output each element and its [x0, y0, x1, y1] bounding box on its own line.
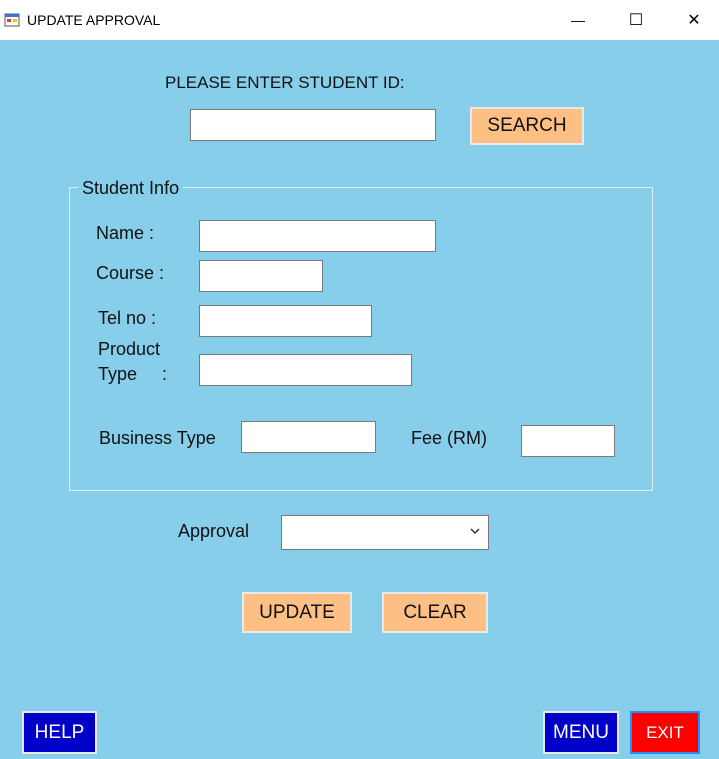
business-type-field[interactable]: [241, 421, 376, 453]
fee-field[interactable]: [521, 425, 615, 457]
minimize-button[interactable]: —: [549, 0, 607, 40]
maximize-icon: ☐: [628, 12, 644, 29]
title-bar: UPDATE APPROVAL — ☐ ✕: [0, 0, 719, 41]
product-type-label-line2: Type :: [98, 364, 168, 384]
approval-dropdown[interactable]: [281, 515, 489, 550]
student-id-input[interactable]: [190, 109, 436, 141]
exit-button[interactable]: EXIT: [630, 711, 700, 754]
chevron-down-icon: [470, 528, 480, 535]
app-window-icon: [4, 13, 20, 27]
course-field[interactable]: [199, 260, 323, 292]
exit-button-label: EXIT: [646, 722, 684, 742]
maximize-button[interactable]: ☐: [607, 0, 665, 40]
business-type-label: Business Type: [99, 428, 216, 448]
minimize-icon: —: [571, 12, 585, 28]
update-button-label: UPDATE: [259, 601, 335, 623]
form-client-area: PLEASE ENTER STUDENT ID: SEARCH Student …: [0, 40, 719, 759]
fee-label: Fee (RM): [411, 428, 487, 448]
student-id-prompt: PLEASE ENTER STUDENT ID:: [165, 73, 405, 92]
name-label: Name :: [96, 223, 155, 243]
clear-button-label: CLEAR: [403, 601, 467, 623]
help-button[interactable]: HELP: [22, 711, 97, 754]
clear-button[interactable]: CLEAR: [382, 592, 488, 633]
update-button[interactable]: UPDATE: [242, 592, 352, 633]
approval-label: Approval: [178, 521, 250, 541]
close-icon: ✕: [687, 12, 701, 29]
tel-field[interactable]: [199, 305, 372, 337]
product-type-field[interactable]: [199, 354, 412, 386]
window-title: UPDATE APPROVAL: [27, 12, 161, 28]
tel-label: Tel no :: [98, 308, 157, 328]
name-field[interactable]: [199, 220, 436, 252]
student-info-title: Student Info: [78, 178, 184, 199]
menu-button-label: MENU: [553, 721, 609, 743]
course-label: Course :: [96, 263, 165, 283]
help-button-label: HELP: [34, 721, 85, 743]
menu-button[interactable]: MENU: [543, 711, 619, 754]
search-button[interactable]: SEARCH: [470, 107, 584, 145]
search-button-label: SEARCH: [487, 115, 567, 136]
close-button[interactable]: ✕: [665, 0, 719, 40]
product-type-label-line1: Product: [98, 339, 161, 359]
